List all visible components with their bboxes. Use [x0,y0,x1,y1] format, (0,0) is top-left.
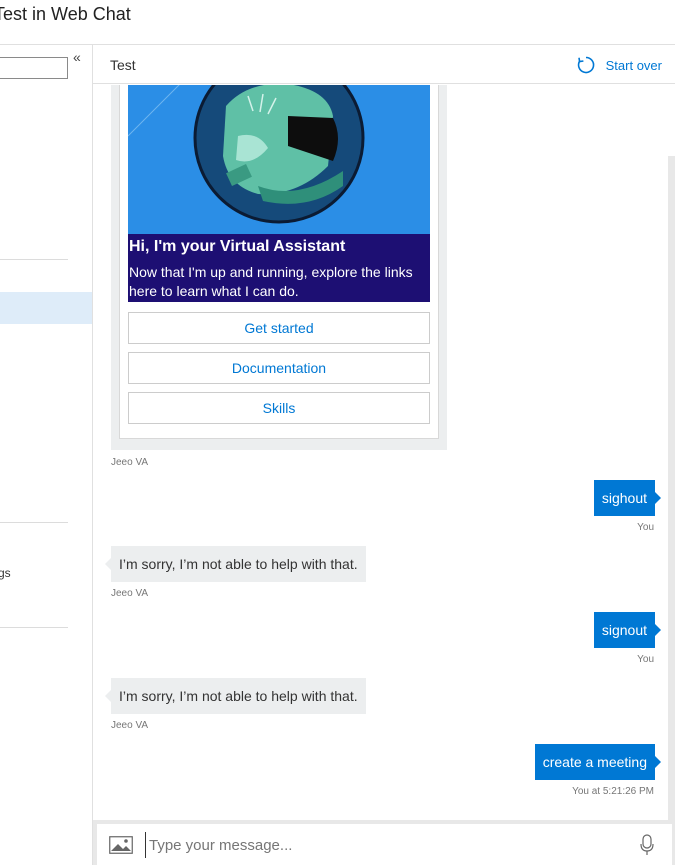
left-search-input[interactable] [0,57,68,79]
image-icon[interactable] [109,836,133,854]
virtual-assistant-illustration [128,85,365,224]
left-nav-item-label[interactable]: gs [0,566,11,580]
left-panel: « gs [0,44,92,865]
user-message-bubble: create a meeting [534,744,662,780]
left-divider [0,259,68,260]
refresh-icon [577,56,594,74]
window-title: Test in Web Chat [0,4,131,24]
collapse-panel-icon[interactable]: « [73,49,81,65]
skills-button[interactable]: Skills [128,392,430,424]
chat-header-title: Test [110,57,136,73]
composer-box [97,824,672,865]
message-meta: Jeeo VA [111,588,149,599]
card-heading: Hi, I'm your Virtual Assistant [129,238,346,255]
bot-message-bubble: I’m sorry, I’m not able to help with tha… [105,546,366,582]
transcript-scrollbar[interactable] [668,156,675,820]
message-meta: You [637,654,654,665]
bot-message-bubble: I’m sorry, I’m not able to help with tha… [105,678,366,714]
get-started-button[interactable]: Get started [128,312,430,344]
left-divider [0,522,68,523]
card-text-block: Hi, I'm your Virtual Assistant Now that … [128,234,430,302]
message-input[interactable] [145,832,615,858]
left-divider [0,627,68,628]
message-composer [93,820,675,865]
user-message-bubble: sighout [593,480,662,516]
card-sender-label: Jeeo VA [111,457,149,468]
web-chat-panel: Test Start over Hi, I'm your Virtual Ass… [92,44,675,865]
user-message-bubble: signout [593,612,662,648]
hero-card: Hi, I'm your Virtual Assistant Now that … [119,85,439,439]
message-meta: Jeeo VA [111,720,149,731]
assistant-hero-image [128,85,430,234]
microphone-icon[interactable] [640,834,654,856]
hero-card-container: Hi, I'm your Virtual Assistant Now that … [111,85,447,450]
documentation-button[interactable]: Documentation [128,352,430,384]
message-meta: You at 5:21:26 PM [572,786,654,797]
chat-transcript[interactable]: Hi, I'm your Virtual Assistant Now that … [93,85,675,820]
start-over-button[interactable]: Start over [576,55,662,75]
card-body-text: Now that I'm up and running, explore the… [129,264,413,299]
start-over-label: Start over [605,57,662,73]
message-meta: You [637,522,654,533]
left-nav-selected-item[interactable] [0,292,92,324]
chat-header: Test Start over [93,45,675,84]
